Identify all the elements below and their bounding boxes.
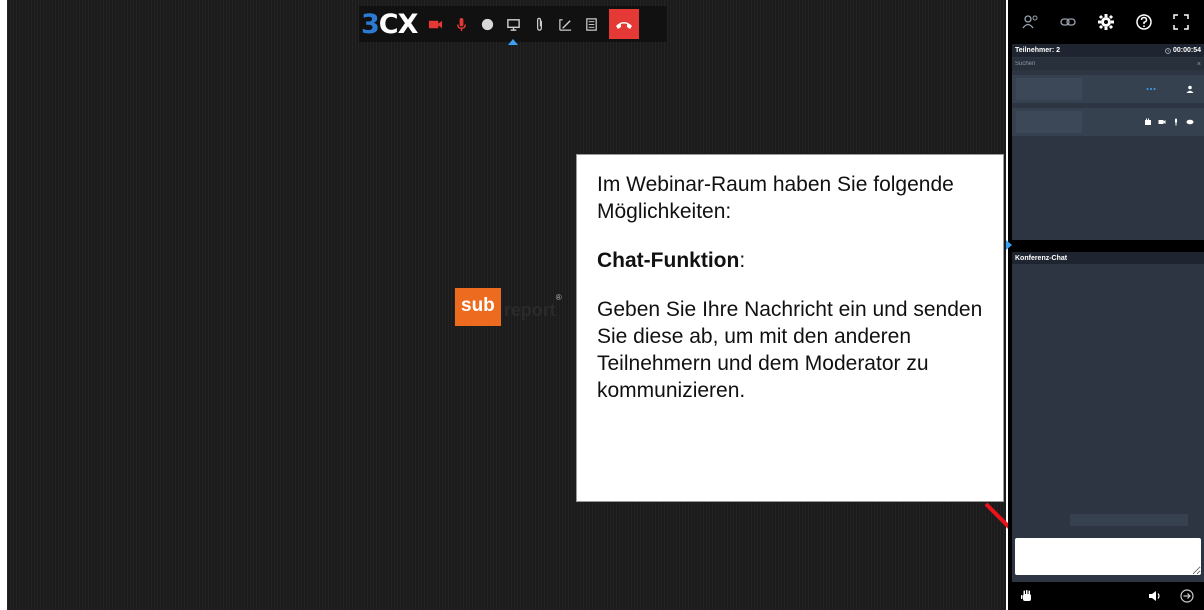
moderator-icon — [1186, 85, 1194, 93]
link-icon — [1060, 18, 1077, 26]
leave-button[interactable] — [1178, 587, 1196, 605]
collapse-arrow-icon[interactable] — [1006, 240, 1012, 250]
chat-message-input[interactable] — [1015, 538, 1201, 575]
attachment-button[interactable] — [527, 9, 551, 39]
participant-actions — [1144, 118, 1200, 126]
bottom-right-controls — [1146, 587, 1196, 605]
help-icon — [1135, 14, 1152, 30]
callout-heading: Chat-Funktion — [597, 249, 740, 272]
participant-name — [1016, 111, 1082, 133]
chat-bubble-icon[interactable] — [1186, 118, 1194, 126]
help-button[interactable] — [1133, 11, 1155, 33]
participant-name — [1016, 78, 1082, 100]
logo-sub-text: sub — [455, 288, 501, 326]
video-icon — [428, 20, 442, 28]
participants-title: Teilnehmer: 2 — [1015, 47, 1060, 54]
microphone-icon — [456, 17, 466, 31]
hand-icon[interactable] — [1144, 118, 1152, 126]
chat-title: Konferenz-Chat — [1015, 254, 1068, 262]
screen-share-button[interactable] — [501, 9, 525, 45]
search-clear-icon[interactable]: × — [1197, 61, 1201, 68]
more-options-icon[interactable] — [1146, 87, 1156, 91]
fullscreen-icon — [1173, 14, 1189, 30]
logo-registered-mark: ® — [555, 292, 562, 302]
screen-share-icon — [507, 18, 520, 31]
whiteboard-icon — [559, 18, 572, 31]
document-button[interactable] — [579, 9, 603, 39]
microphone-toggle-button[interactable] — [449, 9, 473, 39]
hangup-button[interactable] — [609, 9, 640, 39]
call-timer-value: 00:00:54 — [1172, 47, 1201, 54]
conference-chat-panel: Konferenz-Chat — [1012, 252, 1204, 582]
microphone-icon[interactable] — [1172, 118, 1180, 126]
panel-divider[interactable] — [1006, 240, 1204, 252]
participants-panel: Teilnehmer: 2 00:00:54 × — [1012, 44, 1204, 240]
participant-search: × — [1012, 58, 1204, 70]
callout-intro: Im Webinar-Raum haben Sie folgende Mögli… — [597, 173, 954, 223]
chat-header: Konferenz-Chat — [1012, 252, 1204, 264]
settings-button[interactable] — [1095, 11, 1117, 33]
whiteboard-button[interactable] — [553, 9, 577, 39]
subreport-logo: sub report ® — [455, 288, 562, 326]
speaker-icon — [1149, 591, 1160, 601]
speaker-button[interactable] — [1146, 587, 1164, 605]
callout-heading-colon: : — [739, 249, 746, 272]
call-timer: 00:00:54 — [1165, 47, 1201, 54]
side-panel: Teilnehmer: 2 00:00:54 × — [1006, 0, 1204, 610]
video-icon[interactable] — [1158, 118, 1166, 126]
settings-gear-icon — [1097, 14, 1114, 30]
participants-icon — [1022, 15, 1038, 29]
tutorial-callout: Im Webinar-Raum haben Sie folgende Mögli… — [576, 154, 1004, 502]
panel-top-bar — [1008, 0, 1204, 44]
document-icon — [586, 17, 597, 31]
participants-button[interactable] — [1020, 11, 1042, 33]
clock-icon — [1165, 47, 1171, 54]
conference-toolbar: 3CX — [359, 6, 667, 45]
record-button[interactable] — [475, 9, 499, 39]
brand-logo: 3CX — [361, 8, 418, 40]
chat-hint-bar — [1070, 514, 1188, 526]
participant-search-input[interactable] — [1015, 61, 1165, 67]
leave-icon — [1180, 589, 1194, 603]
hangup-icon — [616, 22, 633, 29]
fullscreen-button[interactable] — [1170, 11, 1192, 33]
video-toggle-button[interactable] — [423, 9, 447, 39]
participant-actions — [1146, 85, 1200, 93]
attachment-icon — [536, 17, 542, 31]
active-indicator — [508, 39, 519, 45]
participant-row[interactable] — [1012, 108, 1204, 136]
raise-hand-button[interactable] — [1018, 587, 1036, 605]
participant-row[interactable] — [1012, 75, 1204, 103]
callout-body: Geben Sie Ihre Nachricht ein und senden … — [597, 298, 983, 402]
record-icon — [481, 18, 494, 30]
callout-heading-line: Chat-Funktion: — [597, 247, 983, 274]
raise-hand-icon — [1021, 590, 1031, 601]
link-button[interactable] — [1057, 11, 1079, 33]
logo-report-text: report — [503, 299, 556, 320]
panel-bottom-bar — [1008, 582, 1204, 610]
participants-header: Teilnehmer: 2 00:00:54 — [1012, 44, 1204, 57]
